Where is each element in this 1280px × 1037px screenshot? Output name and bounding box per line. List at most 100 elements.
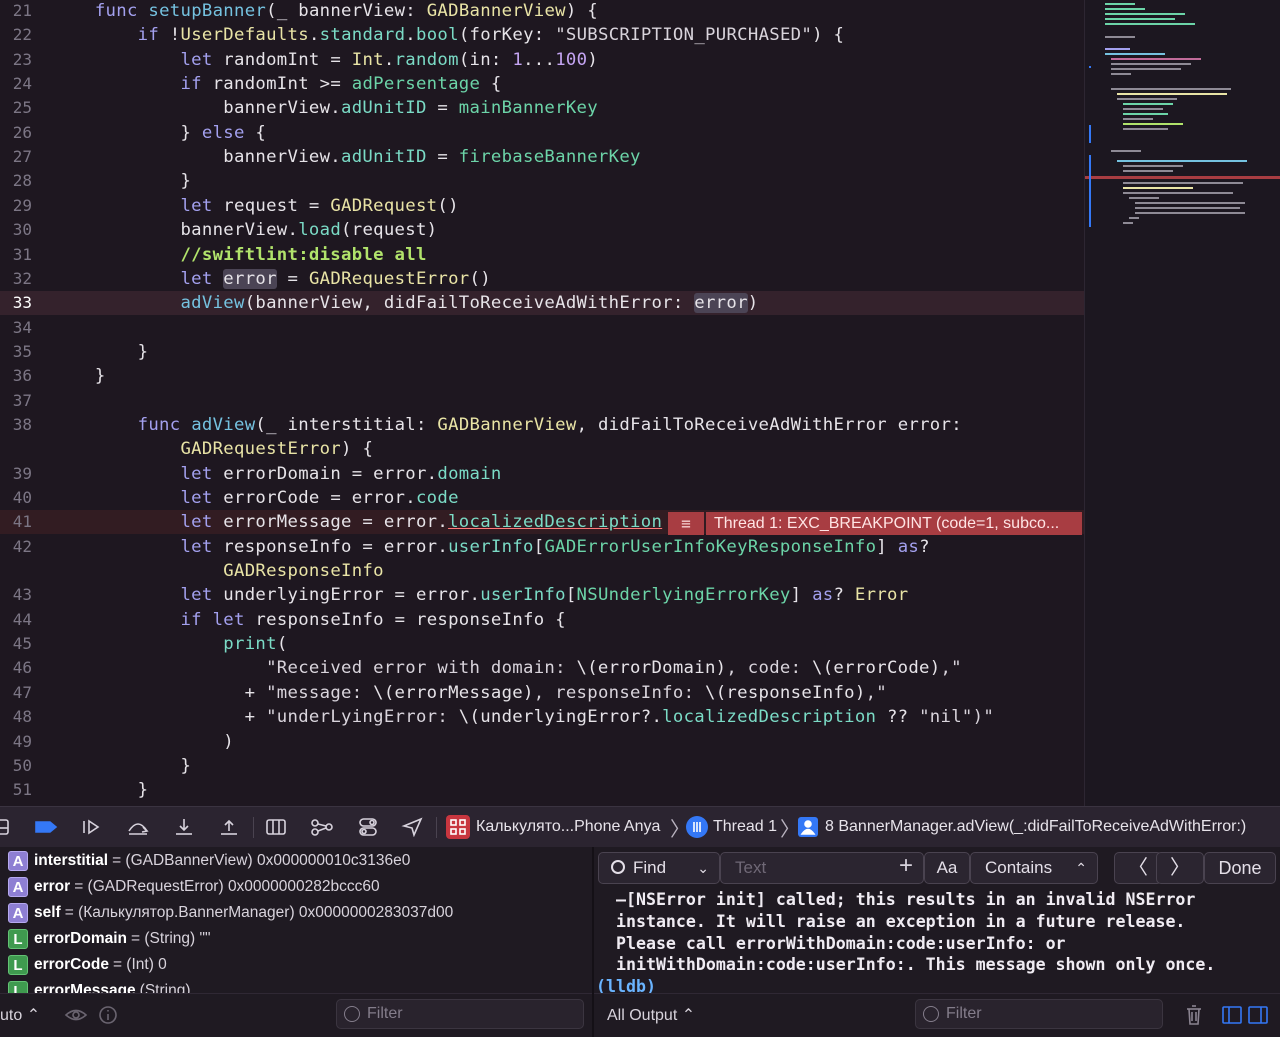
variable-row[interactable]: Ainterstitial = (GADBannerView) 0x0000000…: [8, 850, 410, 872]
lldb-prompt[interactable]: (lldb): [596, 976, 1280, 993]
line-number[interactable]: 38: [0, 413, 32, 437]
line-number[interactable]: 34: [0, 316, 32, 340]
breadcrumb-frame[interactable]: 8 BannerManager.adView(_:didFailToReceiv…: [825, 815, 1246, 839]
line-number[interactable]: 30: [0, 218, 32, 242]
code-line[interactable]: 48 + "underLyingError: \(underlyingError…: [0, 705, 1084, 729]
code-line[interactable]: 35 }: [0, 340, 1084, 364]
find-next-button[interactable]: 〉: [1156, 852, 1204, 884]
variable-row[interactable]: LerrorCode = (Int) 0: [8, 954, 167, 976]
step-over-icon[interactable]: [126, 815, 150, 839]
line-number[interactable]: 39: [0, 462, 32, 486]
code-line[interactable]: 22 if !UserDefaults.standard.bool(forKey…: [0, 23, 1084, 47]
continue-icon[interactable]: [80, 815, 104, 839]
list-lines-icon[interactable]: ≡: [668, 512, 704, 535]
line-number[interactable]: 24: [0, 72, 32, 96]
line-number[interactable]: 48: [0, 705, 32, 729]
code-line[interactable]: 39 let errorDomain = error.domain: [0, 462, 1084, 486]
line-number[interactable]: 25: [0, 96, 32, 120]
view-hierarchy-icon[interactable]: [264, 815, 288, 839]
code-line[interactable]: GADResponseInfo: [0, 559, 1084, 583]
code-line[interactable]: 45 print(: [0, 632, 1084, 656]
line-number[interactable]: 37: [0, 389, 32, 413]
code-line[interactable]: 27 bannerView.adUnitID = firebaseBannerK…: [0, 145, 1084, 169]
line-number[interactable]: 32: [0, 267, 32, 291]
hide-debug-area-icon[interactable]: [0, 815, 12, 839]
source-editor[interactable]: 21 func setupBanner(_ bannerView: GADBan…: [0, 0, 1084, 806]
line-number[interactable]: 44: [0, 608, 32, 632]
code-line[interactable]: 34: [0, 316, 1084, 340]
code-line[interactable]: 28 }: [0, 169, 1084, 193]
line-number[interactable]: 45: [0, 632, 32, 656]
line-number[interactable]: 29: [0, 194, 32, 218]
code-line[interactable]: 23 let randomInt = Int.random(in: 1...10…: [0, 48, 1084, 72]
code-line[interactable]: 29 let request = GADRequest(): [0, 194, 1084, 218]
code-line[interactable]: 30 bannerView.load(request): [0, 218, 1084, 242]
line-number[interactable]: 23: [0, 48, 32, 72]
code-line[interactable]: 31 //swiftlint:disable all: [0, 243, 1084, 267]
code-line[interactable]: 33 adView(bannerView, didFailToReceiveAd…: [0, 291, 1084, 316]
variables-view[interactable]: Ainterstitial = (GADBannerView) 0x0000000…: [0, 847, 592, 993]
info-icon[interactable]: [96, 1003, 120, 1027]
find-mode-selector[interactable]: Find ⌄: [598, 852, 720, 884]
variable-row[interactable]: Aerror = (GADRequestError) 0x0000000282bc…: [8, 876, 380, 898]
code-line[interactable]: 44 if let responseInfo = responseInfo {: [0, 608, 1084, 632]
code-line[interactable]: GADRequestError) {: [0, 437, 1084, 461]
code-line[interactable]: 26 } else {: [0, 121, 1084, 145]
trash-icon[interactable]: [1182, 1003, 1206, 1027]
code-line[interactable]: 40 let errorCode = error.code: [0, 486, 1084, 510]
line-number[interactable]: 42: [0, 535, 32, 559]
eye-icon[interactable]: [64, 1003, 88, 1027]
line-number[interactable]: 27: [0, 145, 32, 169]
step-into-icon[interactable]: [172, 815, 196, 839]
variable-row[interactable]: LerrorDomain = (String) "": [8, 928, 211, 950]
step-out-icon[interactable]: [217, 815, 241, 839]
console-view[interactable]: Find ⌄ Text + Aa Contains ⌃ 〈 〉 Done –[N…: [594, 847, 1280, 993]
line-number[interactable]: 31: [0, 243, 32, 267]
match-case-button[interactable]: Aa: [924, 852, 970, 884]
breadcrumb-scheme[interactable]: Калькулято...Phone Anya: [476, 815, 660, 839]
plus-icon[interactable]: +: [899, 851, 913, 881]
code-line[interactable]: 42 let responseInfo = error.userInfo[GAD…: [0, 535, 1084, 559]
line-number[interactable]: 40: [0, 486, 32, 510]
code-line[interactable]: 25 bannerView.adUnitID = mainBannerKey: [0, 96, 1084, 120]
line-number[interactable]: 35: [0, 340, 32, 364]
breakpoints-toggle-icon[interactable]: [34, 815, 58, 839]
line-number[interactable]: 22: [0, 23, 32, 47]
minimap[interactable]: [1084, 0, 1280, 806]
breakpoint-banner[interactable]: ≡ Thread 1: EXC_BREAKPOINT (code=1, subc…: [668, 512, 1082, 535]
code-line[interactable]: 46 "Received error with domain: \(errorD…: [0, 656, 1084, 680]
line-number[interactable]: 33: [0, 291, 32, 315]
line-number[interactable]: 50: [0, 754, 32, 778]
code-line[interactable]: 49 ): [0, 730, 1084, 754]
line-number[interactable]: 43: [0, 583, 32, 607]
right-pane-toggle-icon[interactable]: [1246, 1003, 1270, 1027]
line-number[interactable]: 21: [0, 0, 32, 23]
left-pane-toggle-icon[interactable]: [1220, 1003, 1244, 1027]
code-line[interactable]: 50 }: [0, 754, 1084, 778]
line-number[interactable]: 47: [0, 681, 32, 705]
line-number[interactable]: 46: [0, 656, 32, 680]
code-line[interactable]: 47 + "message: \(errorMessage), response…: [0, 681, 1084, 705]
line-number[interactable]: 36: [0, 364, 32, 388]
environment-overrides-icon[interactable]: [356, 815, 380, 839]
match-type-selector[interactable]: Contains ⌃: [970, 852, 1098, 884]
code-line[interactable]: 37: [0, 389, 1084, 413]
line-number[interactable]: 26: [0, 121, 32, 145]
code-line[interactable]: 24 if randomInt >= adPersentage {: [0, 72, 1084, 96]
memory-graph-icon[interactable]: [310, 815, 334, 839]
output-selector[interactable]: All Output ⌃: [607, 1005, 695, 1025]
breadcrumb-thread[interactable]: Thread 1: [713, 815, 777, 839]
line-number[interactable]: 28: [0, 169, 32, 193]
code-line[interactable]: 32 let error = GADRequestError(): [0, 267, 1084, 291]
line-number[interactable]: 41: [0, 510, 32, 534]
find-done-button[interactable]: Done: [1204, 852, 1276, 884]
code-line[interactable]: 51 }: [0, 778, 1084, 802]
console-filter-input[interactable]: Filter: [915, 999, 1163, 1029]
variable-row[interactable]: Aself = (Калькулятор.BannerManager) 0x000…: [8, 902, 453, 924]
find-previous-button[interactable]: 〈: [1114, 852, 1162, 884]
line-number[interactable]: 51: [0, 778, 32, 802]
code-line[interactable]: 43 let underlyingError = error.userInfo[…: [0, 583, 1084, 607]
scope-selector[interactable]: uto ⌃: [0, 1005, 40, 1025]
code-line[interactable]: 21 func setupBanner(_ bannerView: GADBan…: [0, 0, 1084, 23]
simulate-location-icon[interactable]: [401, 815, 425, 839]
